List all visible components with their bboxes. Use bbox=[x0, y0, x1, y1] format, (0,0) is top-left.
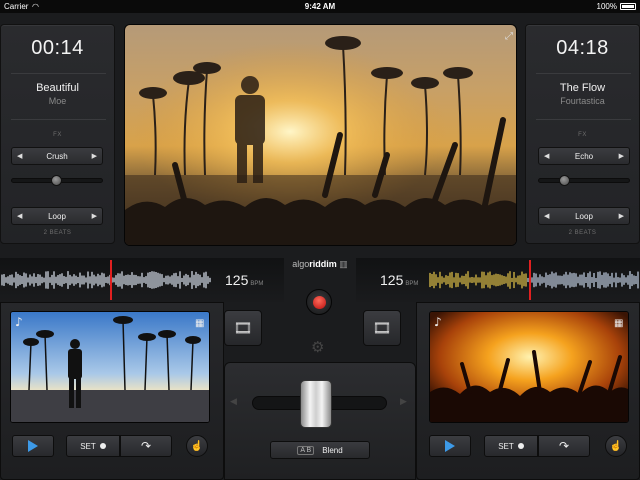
crossfader-left-arrow-icon[interactable]: ◀ bbox=[230, 396, 237, 407]
crossfader-right-arrow-icon[interactable]: ▶ bbox=[400, 396, 407, 407]
play-icon bbox=[28, 440, 38, 452]
logo-bold: riddim bbox=[309, 259, 337, 269]
expand-icon[interactable] bbox=[498, 27, 512, 41]
left-scratch-button[interactable]: ☝ bbox=[186, 435, 208, 457]
battery-icon bbox=[620, 3, 636, 10]
music-note-icon[interactable] bbox=[432, 314, 446, 328]
divider bbox=[11, 73, 106, 74]
left-arrow-icon[interactable]: ◀ bbox=[17, 152, 22, 160]
right-playhead bbox=[529, 260, 531, 300]
left-deck-time: 00:14 bbox=[31, 37, 84, 59]
right-loop-value: Loop bbox=[575, 211, 593, 221]
left-video-library-button[interactable]: 🎞 bbox=[224, 310, 262, 346]
battery-percent: 100% bbox=[596, 2, 617, 11]
right-bpm-unit: BPM bbox=[405, 281, 419, 287]
right-bpm-value: 125 bbox=[380, 272, 404, 288]
scratch-icon: ☝ bbox=[609, 440, 623, 452]
right-deck-panel: 04:18 The Flow Fourtastica FX ◀ Echo ▶ ◀… bbox=[525, 24, 640, 244]
film-music-icon: 🎞 bbox=[372, 320, 392, 337]
film-icon[interactable] bbox=[193, 314, 207, 328]
right-play-button[interactable] bbox=[429, 435, 471, 457]
record-icon bbox=[312, 295, 326, 309]
left-fx-selector[interactable]: ◀ Crush ▶ bbox=[11, 147, 103, 165]
redo-arrow-icon: ↷ bbox=[558, 439, 570, 453]
play-icon bbox=[445, 440, 455, 452]
left-play-button[interactable] bbox=[12, 435, 54, 457]
left-deck-thumbnail[interactable]: ♪ ▦ bbox=[10, 311, 210, 423]
gear-icon[interactable]: ⚙ bbox=[311, 338, 324, 356]
logo-bars-icon: ▥ bbox=[339, 259, 348, 269]
music-note-icon[interactable] bbox=[13, 314, 27, 328]
right-deck-thumbnail[interactable]: ♪ ▦ bbox=[429, 311, 629, 423]
left-arrow-icon[interactable]: ◀ bbox=[544, 212, 549, 220]
right-redo-button[interactable]: ↷ bbox=[538, 435, 590, 457]
left-thumbnail-image: ♪ ▦ bbox=[11, 312, 209, 422]
left-track-artist: Moe bbox=[48, 96, 67, 106]
left-bpm-value: 125 bbox=[225, 272, 249, 288]
right-loop-selector[interactable]: ◀ Loop ▶ bbox=[538, 207, 630, 225]
right-beats-label: 2 BEATS bbox=[568, 230, 597, 236]
right-arrow-icon[interactable]: ▶ bbox=[92, 212, 97, 220]
left-beats-label: 2 BEATS bbox=[43, 230, 72, 236]
left-track-title: Beautiful bbox=[36, 82, 79, 94]
divider bbox=[536, 73, 631, 74]
blend-button[interactable]: A B Blend bbox=[270, 441, 370, 459]
divider bbox=[536, 119, 631, 120]
status-bar: Carrier ◠ 9:42 AM 100% bbox=[0, 0, 640, 13]
right-arrow-icon[interactable]: ▶ bbox=[92, 152, 97, 160]
right-track-title: The Flow bbox=[559, 82, 606, 94]
left-waveform[interactable] bbox=[0, 258, 215, 302]
film-icon[interactable] bbox=[612, 314, 626, 328]
left-arrow-icon[interactable]: ◀ bbox=[544, 152, 549, 160]
right-track-artist: Fourtastica bbox=[560, 96, 605, 106]
status-time: 9:42 AM bbox=[304, 2, 336, 11]
right-scratch-button[interactable]: ☝ bbox=[605, 435, 627, 457]
right-waveform-strip[interactable]: 125 BPM bbox=[356, 258, 640, 302]
left-fx-slider-knob[interactable] bbox=[51, 175, 62, 186]
right-waveform[interactable] bbox=[428, 258, 640, 302]
left-arrow-icon[interactable]: ◀ bbox=[17, 212, 22, 220]
record-button[interactable] bbox=[306, 289, 332, 315]
left-bpm-unit: BPM bbox=[250, 281, 264, 287]
right-arrow-icon[interactable]: ▶ bbox=[619, 212, 624, 220]
left-bpm: 125 BPM bbox=[225, 272, 263, 288]
main-video-preview[interactable]: ⤢ bbox=[124, 24, 517, 246]
logo-light: algo bbox=[292, 259, 310, 269]
concert-scene-image: ⤢ bbox=[125, 25, 516, 245]
ab-icon: A B bbox=[297, 445, 315, 455]
left-fx-label: FX bbox=[53, 132, 62, 138]
right-bpm: 125 BPM bbox=[380, 272, 418, 288]
redo-arrow-icon: ↷ bbox=[140, 439, 152, 453]
cue-dot-icon bbox=[517, 443, 524, 449]
left-waveform-strip[interactable]: 125 BPM bbox=[0, 258, 284, 302]
right-video-library-button[interactable]: 🎞 bbox=[363, 310, 401, 346]
right-thumbnail-image: ♪ ▦ bbox=[430, 312, 628, 422]
app-logo: algoriddim ▥ bbox=[284, 259, 356, 271]
film-music-icon: 🎞 bbox=[233, 320, 253, 337]
crossfader-knob[interactable] bbox=[300, 380, 332, 428]
right-fx-slider-knob[interactable] bbox=[559, 175, 570, 186]
battery-indicator: 100% bbox=[597, 2, 636, 11]
cue-dot-icon bbox=[99, 443, 106, 449]
right-fx-value: Echo bbox=[574, 151, 594, 161]
right-deck-time: 04:18 bbox=[556, 37, 609, 59]
left-set-cue-button[interactable]: SET bbox=[66, 435, 120, 457]
left-deck-panel: 00:14 Beautiful Moe FX ◀ Crush ▶ ◀ Loop … bbox=[0, 24, 115, 244]
right-fx-selector[interactable]: ◀ Echo ▶ bbox=[538, 147, 630, 165]
divider bbox=[11, 119, 106, 120]
left-fx-value: Crush bbox=[46, 151, 68, 161]
blend-label: Blend bbox=[322, 445, 343, 455]
left-playhead bbox=[110, 260, 112, 300]
left-loop-selector[interactable]: ◀ Loop ▶ bbox=[11, 207, 103, 225]
left-loop-value: Loop bbox=[48, 211, 66, 221]
right-set-cue-button[interactable]: SET bbox=[484, 435, 538, 457]
left-redo-button[interactable]: ↷ bbox=[120, 435, 172, 457]
scratch-icon: ☝ bbox=[190, 440, 204, 452]
right-set-label: SET bbox=[498, 441, 514, 451]
right-fx-label: FX bbox=[578, 132, 587, 138]
left-set-label: SET bbox=[80, 441, 96, 451]
right-arrow-icon[interactable]: ▶ bbox=[619, 152, 624, 160]
right-fx-slider[interactable] bbox=[538, 178, 630, 183]
